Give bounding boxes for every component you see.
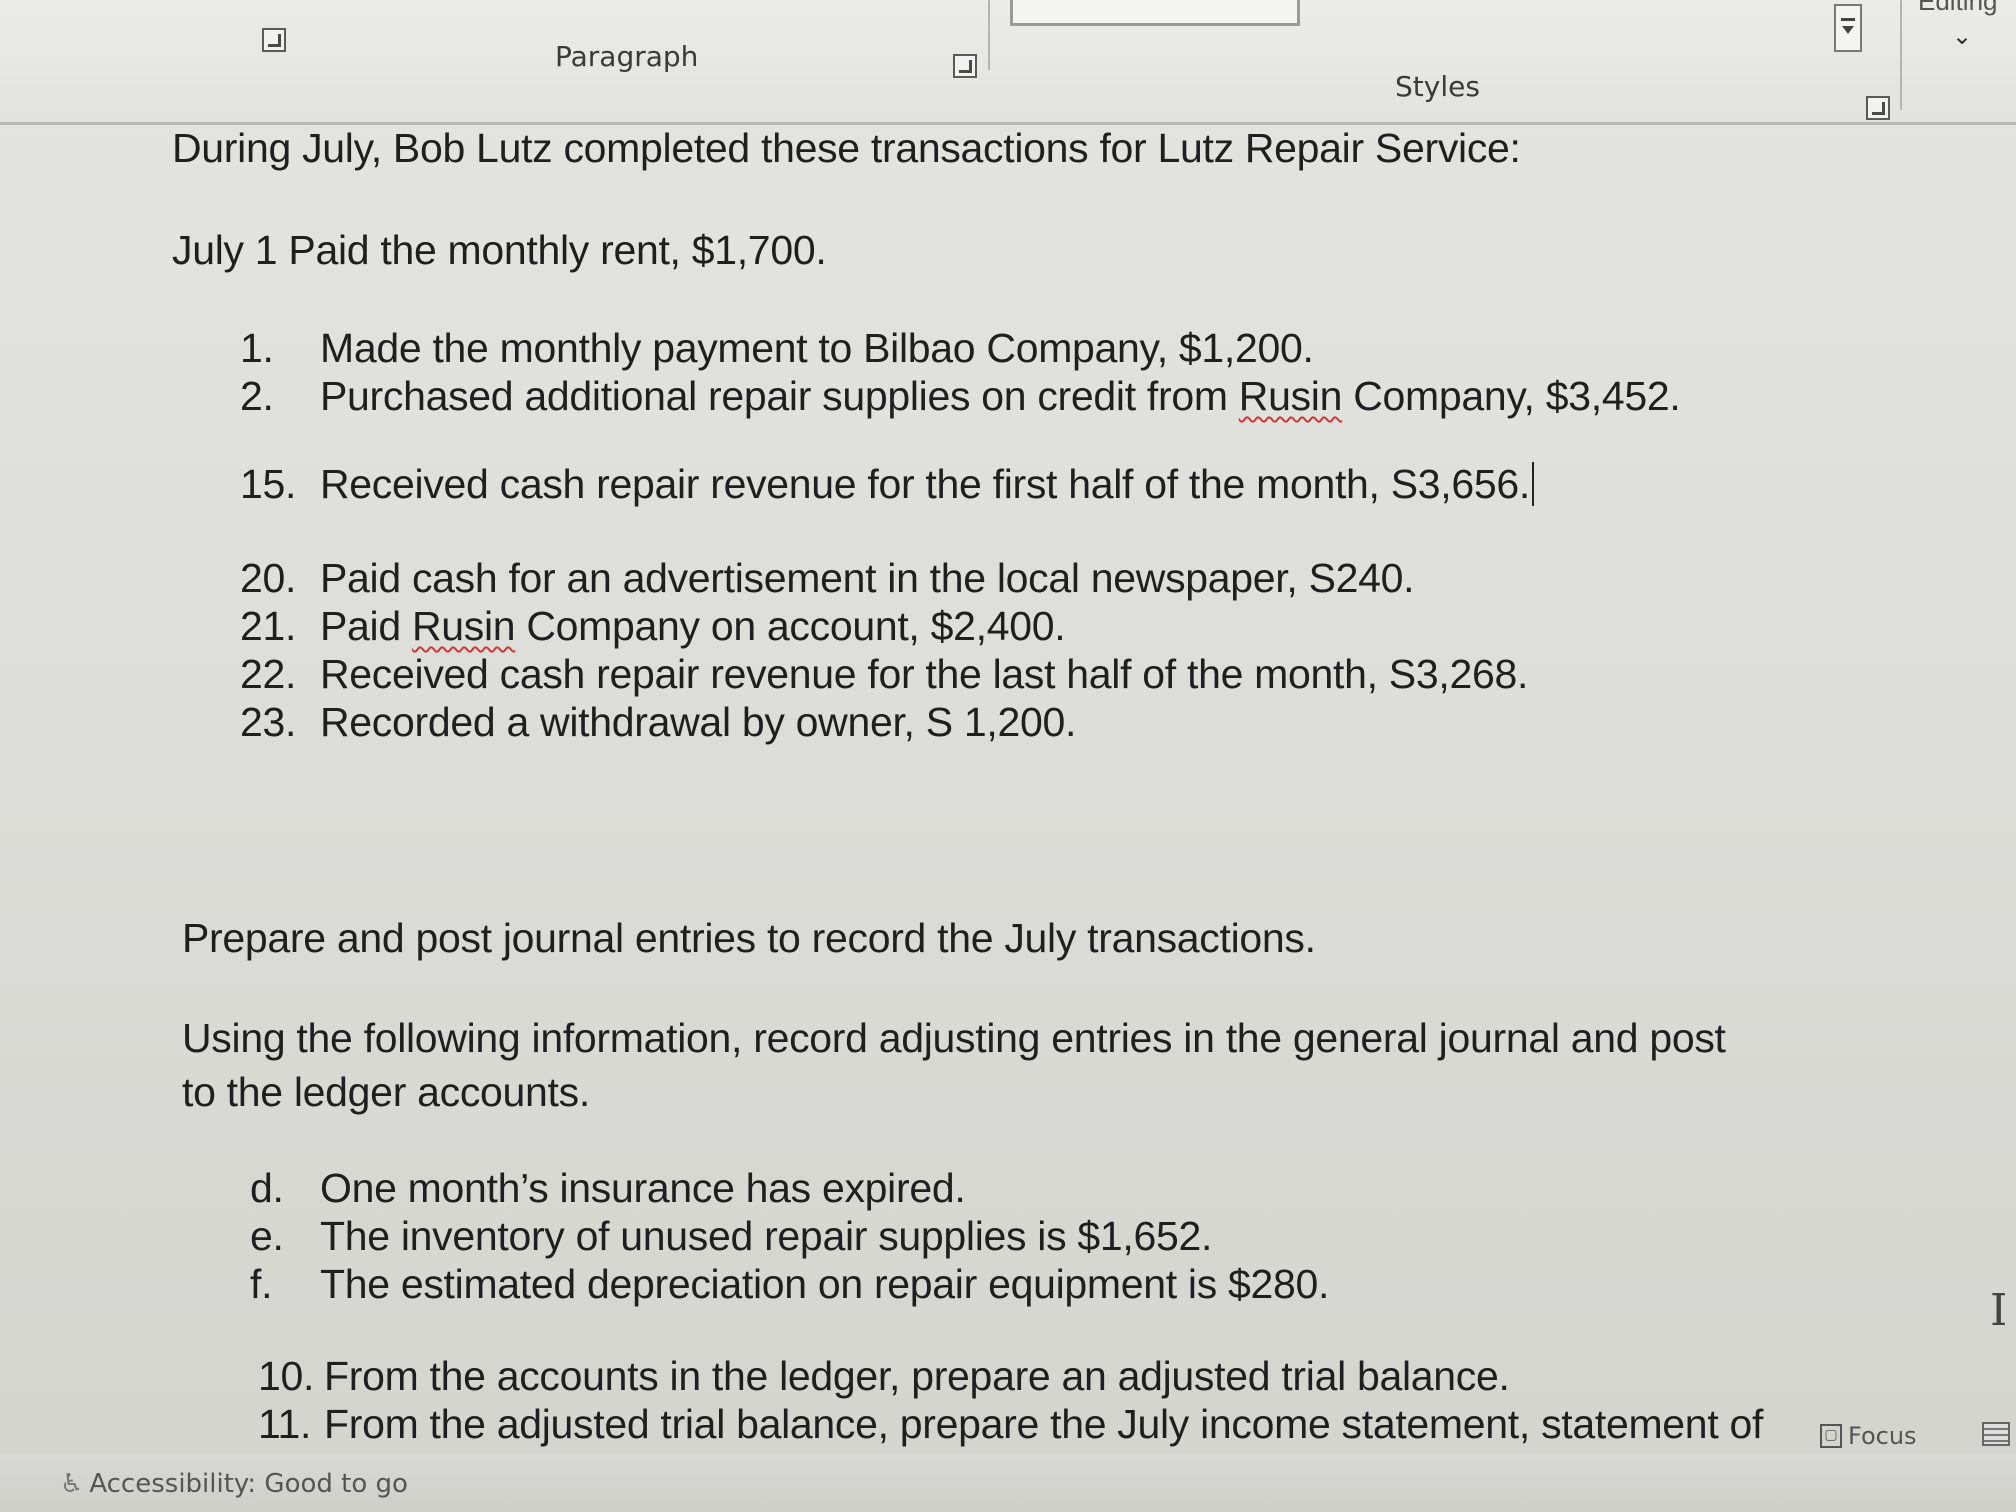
list-item: 21. Paid Rusin Company on account, $2,400… bbox=[240, 603, 1066, 650]
list-text: Purchased additional repair supplies on … bbox=[320, 373, 1239, 419]
list-text: Received cash repair revenue for the las… bbox=[320, 651, 1529, 697]
list-number: 21. bbox=[240, 603, 297, 649]
list-letter: f. bbox=[250, 1261, 273, 1307]
read-mode-icon[interactable] bbox=[1982, 1422, 2010, 1446]
list-number: 11. bbox=[258, 1401, 312, 1447]
group-separator bbox=[988, 0, 990, 70]
list-text: One month’s insurance has expired. bbox=[320, 1165, 966, 1211]
styles-dialog-launcher-icon[interactable] bbox=[1866, 96, 1890, 120]
list-item: 22. Received cash repair revenue for the … bbox=[240, 651, 1528, 698]
list-item: 15. Received cash repair revenue for the … bbox=[240, 461, 1534, 508]
list-number: 1. bbox=[240, 325, 274, 371]
list-number: 10. bbox=[258, 1353, 315, 1399]
paragraph-group-label: Paragraph bbox=[555, 40, 699, 73]
word-window: Paragraph Styles Editing ⌄ During July, … bbox=[0, 0, 2016, 1512]
list-text: Recorded a withdrawal by owner, S 1,200. bbox=[320, 699, 1077, 745]
list-item: 10. From the accounts in the ledger, prep… bbox=[258, 1353, 1510, 1400]
document-page[interactable]: During July, Bob Lutz completed these tr… bbox=[0, 125, 2016, 1455]
list-item: 11. From the adjusted trial balance, prep… bbox=[258, 1401, 1763, 1448]
styles-gallery-more-icon[interactable] bbox=[1834, 4, 1862, 52]
list-letter: e. bbox=[250, 1213, 284, 1259]
list-text: Paid bbox=[320, 603, 412, 649]
styles-group-label: Styles bbox=[1395, 70, 1480, 103]
list-text: The inventory of unused repair supplies … bbox=[320, 1213, 1213, 1259]
list-item: d. One month’s insurance has expired. bbox=[250, 1165, 966, 1212]
focus-label: Focus bbox=[1848, 1422, 1917, 1450]
list-item: e. The inventory of unused repair supplie… bbox=[250, 1213, 1212, 1260]
list-number: 20. bbox=[240, 555, 297, 601]
first-transaction: July 1 Paid the monthly rent, $1,700. bbox=[172, 227, 827, 273]
heading-paragraph: During July, Bob Lutz completed these tr… bbox=[172, 125, 1521, 171]
accessibility-status[interactable]: ♿ Accessibility: Good to go bbox=[60, 1469, 408, 1499]
list-number: 22. bbox=[240, 651, 297, 697]
list-text: Received cash repair revenue for the fir… bbox=[320, 461, 1530, 507]
list-text: Company, $3,452. bbox=[1342, 373, 1681, 419]
ribbon: Paragraph Styles Editing ⌄ bbox=[0, 0, 2016, 125]
focus-mode-button[interactable]: ▢ Focus bbox=[1820, 1422, 1917, 1450]
list-number: 23. bbox=[240, 699, 297, 745]
instruction-paragraph: Prepare and post journal entries to reco… bbox=[182, 915, 1316, 961]
spelling-flagged-word[interactable]: Rusin bbox=[1239, 373, 1343, 419]
chevron-down-icon[interactable]: ⌄ bbox=[1952, 22, 1972, 51]
list-item: 20. Paid cash for an advertisement in the… bbox=[240, 555, 1415, 602]
list-item: f. The estimated depreciation on repair e… bbox=[250, 1261, 1329, 1308]
list-number: 15. bbox=[240, 461, 297, 507]
editing-group-label[interactable]: Editing bbox=[1918, 0, 1998, 17]
list-text: Paid cash for an advertisement in the lo… bbox=[320, 555, 1415, 601]
paragraph-dialog-launcher-icon[interactable] bbox=[953, 54, 977, 78]
list-text: From the adjusted trial balance, prepare… bbox=[324, 1401, 1764, 1447]
list-number: 2. bbox=[240, 373, 274, 419]
accessibility-icon: ♿ bbox=[60, 1469, 84, 1499]
list-letter: d. bbox=[250, 1165, 284, 1211]
list-text: Made the monthly payment to Bilbao Compa… bbox=[320, 325, 1314, 371]
font-dialog-launcher-icon[interactable] bbox=[262, 28, 286, 52]
focus-icon: ▢ bbox=[1820, 1424, 1842, 1448]
instruction-paragraph: Using the following information, record … bbox=[182, 1015, 1726, 1061]
list-item: 2. Purchased additional repair supplies o… bbox=[240, 373, 1681, 420]
styles-gallery[interactable] bbox=[1010, 0, 1300, 26]
text-caret bbox=[1531, 462, 1534, 506]
spelling-flagged-word[interactable]: Rusin bbox=[412, 603, 516, 649]
group-separator bbox=[1900, 0, 1902, 110]
ibeam-cursor-icon: I bbox=[1990, 1285, 2008, 1336]
list-text: From the accounts in the ledger, prepare… bbox=[324, 1353, 1510, 1399]
accessibility-label: Accessibility: Good to go bbox=[89, 1469, 408, 1499]
list-item: 23. Recorded a withdrawal by owner, S 1,2… bbox=[240, 699, 1076, 746]
list-item: 1. Made the monthly payment to Bilbao Com… bbox=[240, 325, 1314, 372]
instruction-paragraph: to the ledger accounts. bbox=[182, 1069, 590, 1115]
list-text: Company on account, $2,400. bbox=[515, 603, 1066, 649]
status-bar: ♿ Accessibility: Good to go bbox=[0, 1455, 2016, 1512]
list-text: The estimated depreciation on repair equ… bbox=[320, 1261, 1330, 1307]
